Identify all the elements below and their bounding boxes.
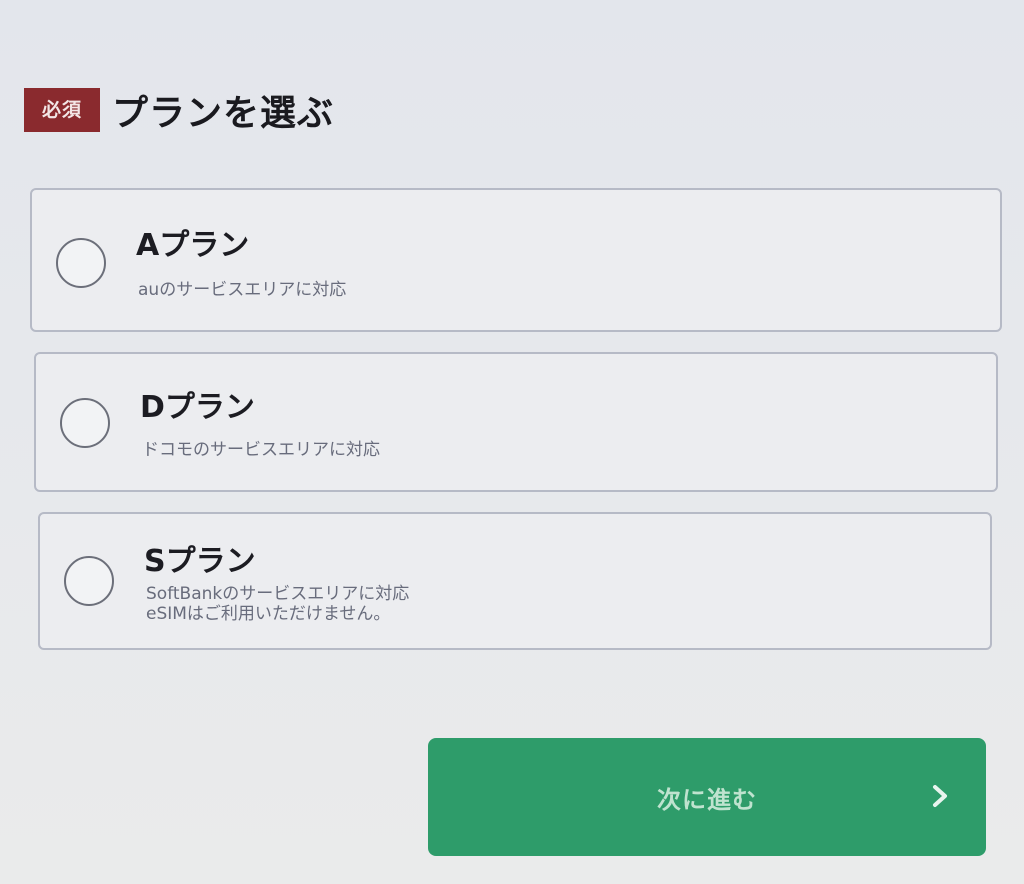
plan-description-line: ドコモのサービスエリアに対応 [142, 440, 380, 460]
radio-button-s[interactable] [64, 556, 114, 606]
plan-name: Sプラン [144, 544, 256, 579]
page-title: プランを選ぶ [112, 93, 335, 134]
plan-option-s[interactable]: Sプラン SoftBankのサービスエリアに対応 eSIMはご利用いただけません… [38, 512, 992, 650]
plan-description: auのサービスエリアに対応 [138, 280, 346, 300]
radio-button-d[interactable] [60, 398, 110, 448]
plan-name: Dプラン [140, 390, 255, 425]
plan-name: Aプラン [136, 228, 250, 263]
required-badge: 必須 [24, 88, 101, 132]
plan-description-line: auのサービスエリアに対応 [138, 280, 347, 300]
plan-description-line: SoftBankのサービスエリアに対応 [146, 584, 410, 604]
next-button-label: 次に進む [657, 785, 757, 814]
plan-option-d[interactable]: Dプラン ドコモのサービスエリアに対応 [34, 352, 998, 492]
next-button[interactable]: 次に進む [428, 738, 986, 856]
chevron-right-icon [933, 785, 947, 807]
section-header: 必須 プランを選ぶ [24, 84, 334, 136]
radio-button-a[interactable] [56, 238, 106, 288]
plan-description-line: eSIMはご利用いただけません。 [146, 604, 391, 624]
plan-option-a[interactable]: Aプラン auのサービスエリアに対応 [30, 188, 1002, 332]
plan-description: ドコモのサービスエリアに対応 [142, 440, 380, 460]
plan-description: SoftBankのサービスエリアに対応 eSIMはご利用いただけません。 [146, 584, 409, 624]
